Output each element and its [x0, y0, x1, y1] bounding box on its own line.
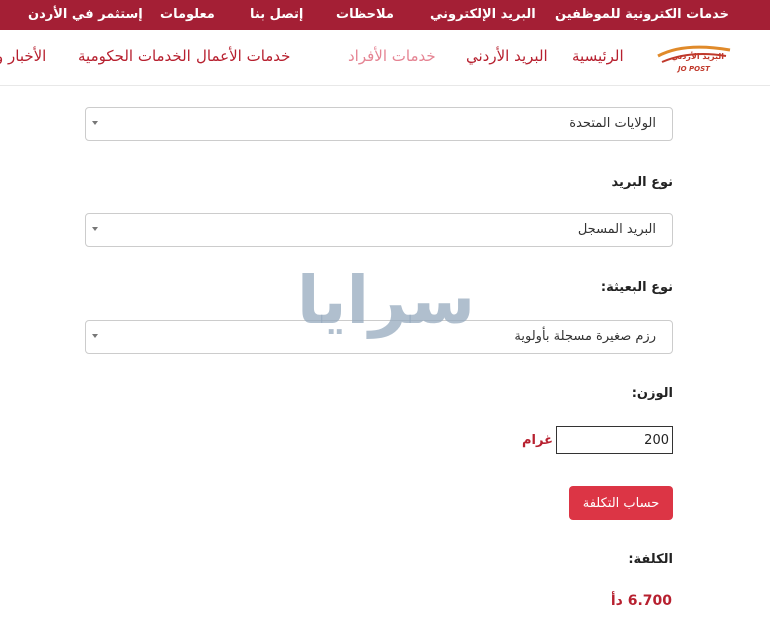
weight-unit-label: غرام	[522, 433, 553, 448]
dropdown-arrow-icon	[92, 334, 98, 338]
topbar-link-info[interactable]: معلومات	[160, 0, 215, 30]
package-type-select-value: رزم صغيرة مسجلة بأولوية	[514, 329, 656, 344]
dropdown-arrow-icon	[92, 121, 98, 125]
package-type-label: نوع البعيثة:	[600, 280, 673, 295]
mail-type-select-value: البريد المسجل	[577, 222, 656, 237]
mail-type-label: نوع البريد	[611, 175, 673, 190]
logo-arabic-text: البريد الأردني	[671, 52, 724, 61]
topbar-link-invest[interactable]: إستثمر في الأردن	[28, 0, 143, 30]
nav-item-home[interactable]: الرئيسية	[572, 47, 624, 65]
cost-value: 6.700 دأ	[610, 593, 672, 609]
dropdown-arrow-icon	[92, 227, 98, 231]
jo-post-logo[interactable]: البريد الأردني JO POST	[654, 42, 734, 74]
nav-item-news[interactable]: الأخبار و	[0, 47, 46, 65]
topbar-link-email[interactable]: البريد الإلكتروني	[430, 0, 536, 30]
logo-english-text: JO POST	[678, 65, 710, 73]
cost-label: الكلفة:	[628, 552, 673, 567]
package-type-select[interactable]: رزم صغيرة مسجلة بأولوية	[85, 320, 673, 354]
topbar-link-contact[interactable]: إتصل بنا	[250, 0, 303, 30]
nav-item-individual-services[interactable]: خدمات الأفراد	[348, 47, 436, 65]
topbar-link-feedback[interactable]: ملاحظات	[336, 0, 394, 30]
weight-label: الوزن:	[631, 386, 673, 401]
topbar-link-employee-services[interactable]: خدمات الكترونية للموظفين	[555, 0, 729, 30]
nav-item-government-services[interactable]: الخدمات الحكومية	[78, 47, 191, 65]
mail-type-select[interactable]: البريد المسجل	[85, 213, 673, 247]
country-select[interactable]: الولايات المتحدة	[85, 107, 673, 141]
calculate-cost-button[interactable]: حساب التكلفة	[569, 486, 673, 520]
country-select-value: الولايات المتحدة	[569, 116, 656, 131]
nav-item-jordan-post[interactable]: البريد الأردني	[466, 47, 548, 65]
top-bar: خدمات الكترونية للموظفين البريد الإلكترو…	[0, 0, 770, 30]
nav-item-business-services[interactable]: خدمات الأعمال	[196, 47, 290, 65]
weight-input[interactable]	[556, 426, 673, 454]
